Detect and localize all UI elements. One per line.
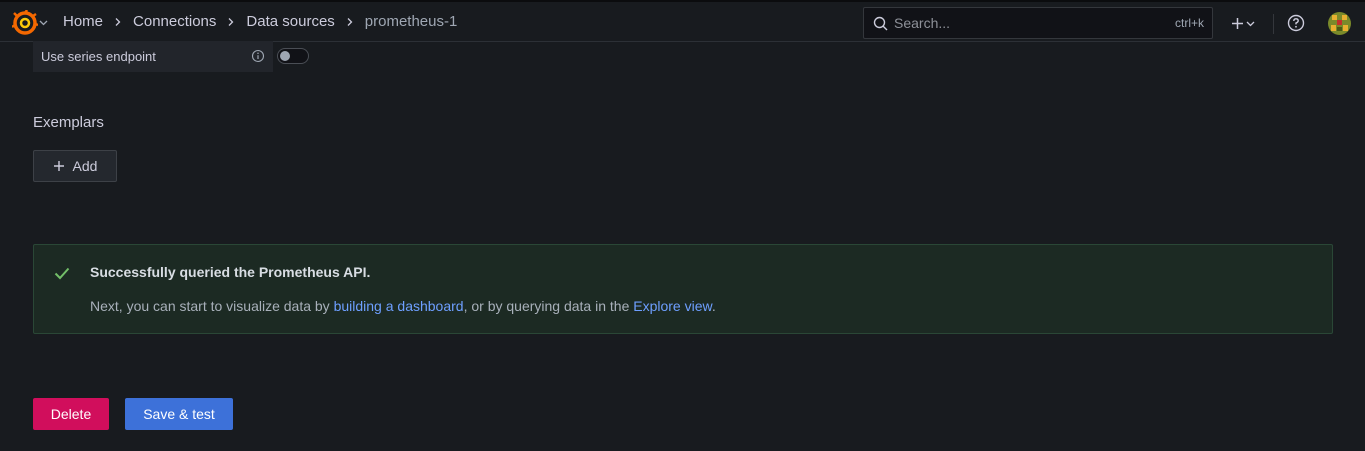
alert-body-text: , or by querying data in the bbox=[463, 298, 634, 314]
help-icon[interactable] bbox=[1285, 12, 1307, 34]
breadcrumb-home[interactable]: Home bbox=[63, 13, 103, 30]
alert-title: Successfully queried the Prometheus API. bbox=[90, 264, 371, 280]
toggle-knob bbox=[280, 51, 290, 61]
new-menu-button[interactable] bbox=[1225, 11, 1261, 35]
save-and-test-button[interactable]: Save & test bbox=[125, 398, 233, 430]
alert-body-text: . bbox=[711, 298, 716, 314]
explore-view-link[interactable]: Explore view bbox=[633, 298, 712, 314]
chevron-down-icon bbox=[1246, 21, 1255, 26]
exemplars-heading: Exemplars bbox=[33, 114, 104, 131]
plus-icon bbox=[53, 161, 64, 171]
add-exemplar-button[interactable]: Add bbox=[33, 150, 117, 182]
check-icon bbox=[54, 267, 70, 280]
search-icon bbox=[873, 16, 888, 30]
chevron-right-icon bbox=[110, 14, 126, 30]
plus-icon bbox=[1232, 17, 1243, 29]
info-icon[interactable] bbox=[251, 49, 265, 63]
toolbar-divider bbox=[1273, 14, 1274, 34]
chevron-down-icon[interactable] bbox=[39, 18, 48, 27]
chevron-right-icon bbox=[342, 14, 358, 30]
building-dashboard-link[interactable]: building a dashboard bbox=[334, 298, 464, 314]
use-series-endpoint-toggle[interactable] bbox=[277, 48, 309, 64]
breadcrumb-current-page: prometheus-1 bbox=[364, 13, 458, 30]
use-series-endpoint-label: Use series endpoint bbox=[33, 41, 273, 72]
success-alert: Successfully queried the Prometheus API.… bbox=[33, 244, 1333, 334]
add-exemplar-label: Add bbox=[72, 158, 98, 174]
grafana-logo-icon[interactable] bbox=[12, 10, 38, 36]
delete-button[interactable]: Delete bbox=[33, 398, 109, 430]
breadcrumb: Home Connections Data sources prometheus… bbox=[63, 13, 457, 30]
top-navbar: Home Connections Data sources prometheus… bbox=[0, 0, 1365, 42]
use-series-endpoint-text: Use series endpoint bbox=[41, 49, 156, 64]
alert-body: Next, you can start to visualize data by… bbox=[90, 298, 716, 314]
search-shortcut-hint: ctrl+k bbox=[1174, 16, 1204, 30]
alert-body-text: Next, you can start to visualize data by bbox=[90, 298, 334, 314]
user-avatar[interactable] bbox=[1328, 12, 1351, 35]
search-input[interactable] bbox=[894, 15, 1144, 31]
chevron-right-icon bbox=[223, 14, 239, 30]
breadcrumb-connections[interactable]: Connections bbox=[133, 13, 216, 30]
breadcrumb-data-sources[interactable]: Data sources bbox=[246, 13, 334, 30]
search-bar[interactable]: ctrl+k bbox=[863, 7, 1213, 39]
